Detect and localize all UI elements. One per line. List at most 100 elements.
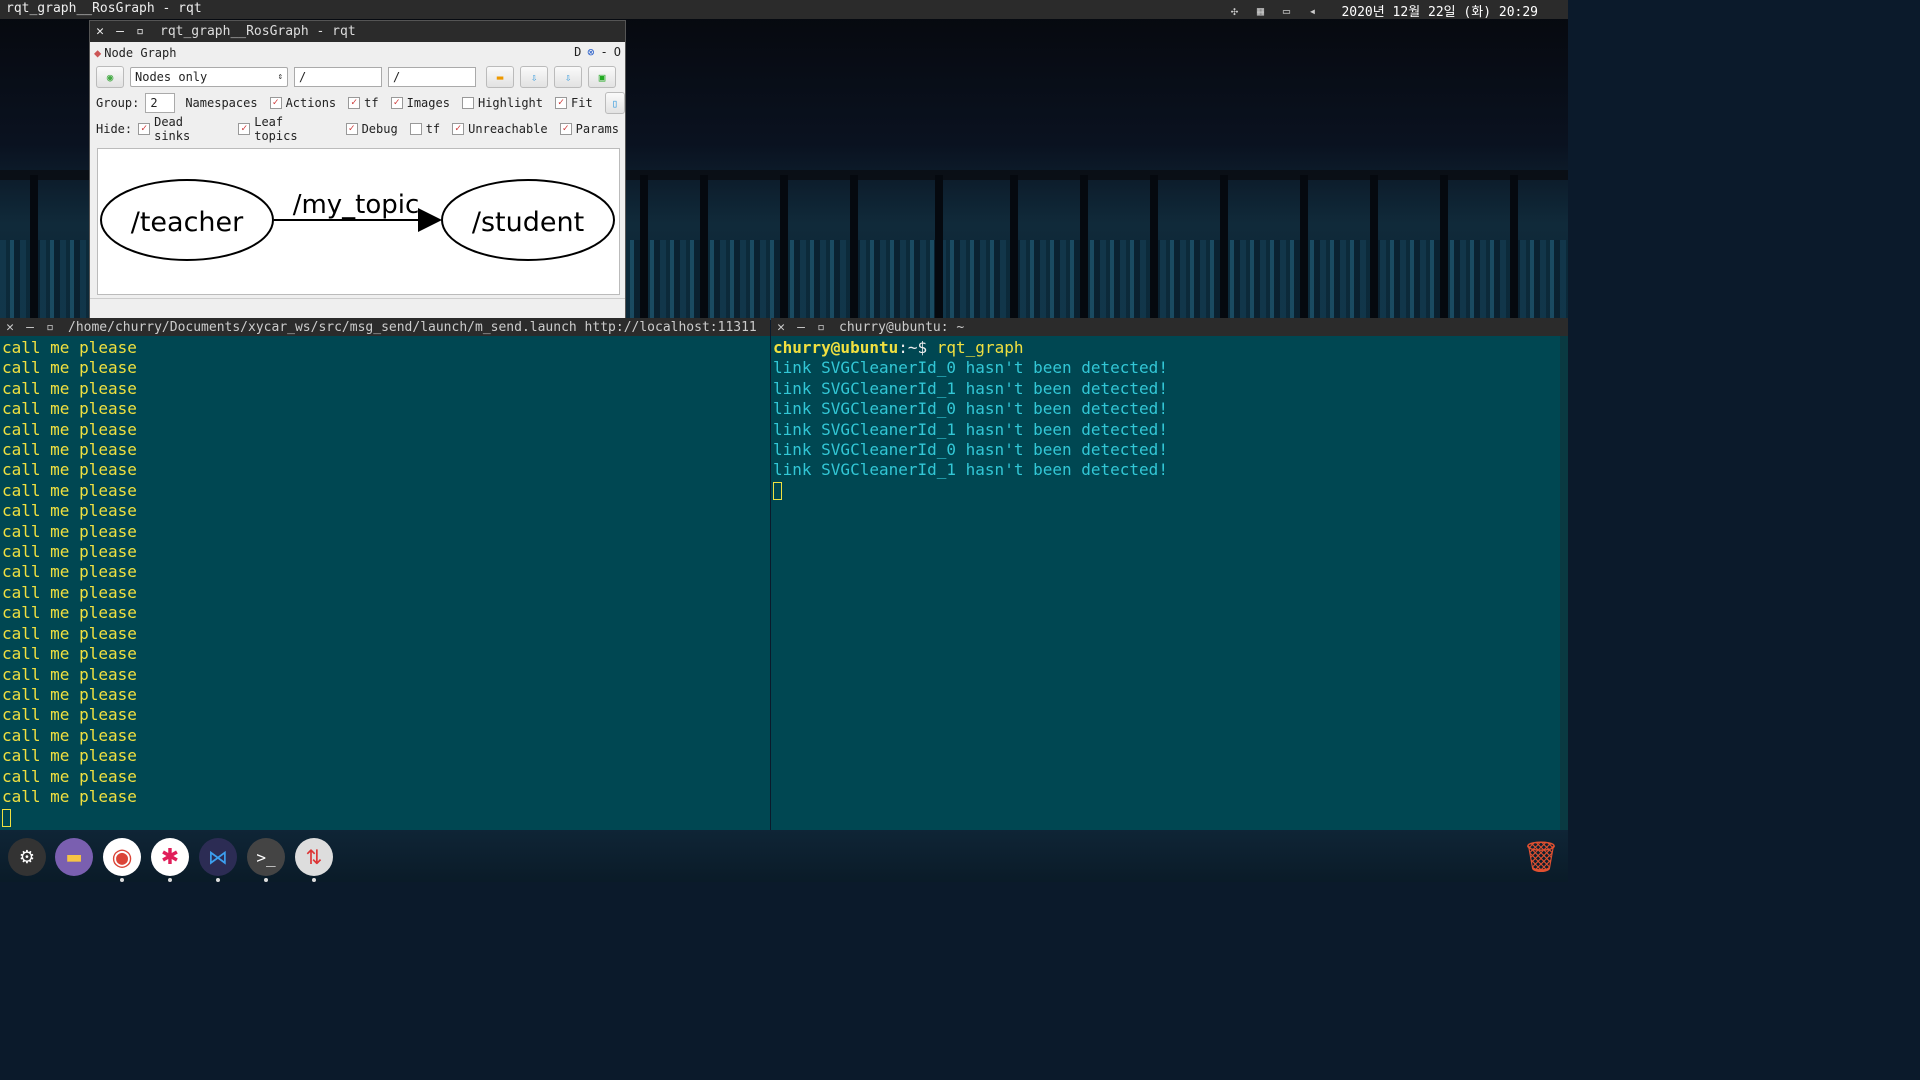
actions-label: Actions xyxy=(285,96,337,110)
prompt-path: :~$ xyxy=(898,338,928,357)
terminal-line: link SVGCleanerId_1 hasn't been detected… xyxy=(773,378,1168,398)
check-icon: ✓ xyxy=(138,123,151,135)
right-terminal[interactable]: ✕ – ▫ churry@ubuntu: ~ churry@ubuntu:~$ … xyxy=(771,318,1568,830)
chrome-icon[interactable]: ◉ xyxy=(103,838,141,876)
terminal-line: link SVGCleanerId_1 hasn't been detected… xyxy=(773,419,1168,439)
prompt-line: churry@ubuntu:~$ rqt_graph xyxy=(773,338,1566,358)
actions-checkbox[interactable]: ✓ Actions xyxy=(269,96,337,110)
display-icon[interactable]: ▭ xyxy=(1279,4,1293,18)
minimize-icon[interactable]: – xyxy=(791,320,811,335)
rqt-titlebar[interactable]: ✕ – ▫ rqt_graph__RosGraph - rqt xyxy=(90,21,625,42)
fit-icon: ▯ xyxy=(611,96,619,110)
network-icon[interactable]: ✣ xyxy=(1227,4,1241,18)
terminal-line: call me please xyxy=(2,786,137,806)
terminal-line: call me please xyxy=(2,644,137,664)
running-indicator xyxy=(264,878,268,882)
group-row: Group: 2 Namespaces ✓ Actions ✓ tf ✓ Images… xyxy=(90,90,625,116)
graph-mode-select[interactable]: Nodes only ⇕ xyxy=(130,67,288,87)
close-icon[interactable]: ✕ xyxy=(0,320,20,335)
plugin-title: Node Graph xyxy=(104,46,177,60)
fit-in-view-button[interactable]: ▯ xyxy=(604,92,625,114)
trash-icon[interactable]: 🗑 xyxy=(1522,838,1560,876)
running-indicator xyxy=(168,878,172,882)
graph-canvas[interactable]: /teacher /student /my_topic xyxy=(97,148,620,295)
tf-checkbox[interactable]: ✓ tf xyxy=(348,96,379,110)
maximize-icon[interactable]: ▫ xyxy=(40,320,60,335)
namespaces-checkbox[interactable]: Namespaces xyxy=(185,96,257,110)
hide-tf-checkbox[interactable]: tf xyxy=(409,122,441,136)
volume-icon[interactable]: ◂ xyxy=(1305,4,1319,18)
left-terminal-output: call me please call me please call me plea… xyxy=(0,336,770,830)
load-button[interactable]: ▬ xyxy=(486,66,514,88)
maximize-icon[interactable]: ▫ xyxy=(130,24,150,39)
files-icon[interactable]: ▬ xyxy=(55,838,93,876)
tf-label: tf xyxy=(364,96,379,110)
terminal-line: call me please xyxy=(2,542,137,562)
transmission-icon[interactable]: ⇅ xyxy=(295,838,333,876)
close-icon[interactable]: ✕ xyxy=(771,320,791,335)
dock-button[interactable]: D xyxy=(574,45,581,59)
terminal-icon[interactable]: >_ xyxy=(247,838,285,876)
leaf-topics-checkbox[interactable]: ✓ Leaf topics xyxy=(238,115,333,143)
clock[interactable]: 2020년 12월 22일 (화) 20:29 xyxy=(1341,1,1538,20)
save-dot-button[interactable]: ⇩ xyxy=(520,66,548,88)
save-svg-button[interactable]: ⇩ xyxy=(554,66,582,88)
student-node-label: /student xyxy=(472,207,584,238)
terminal-line: call me please xyxy=(2,725,137,745)
refresh-button[interactable]: ◉ xyxy=(96,66,124,88)
terminal-line: call me please xyxy=(2,378,137,398)
highlight-label: Highlight xyxy=(477,96,543,110)
params-checkbox[interactable]: ✓ Params xyxy=(559,122,619,136)
terminal-line: link SVGCleanerId_1 hasn't been detected… xyxy=(773,460,1168,480)
terminal-line: call me please xyxy=(2,440,137,460)
prompt-command: rqt_graph xyxy=(927,338,1024,357)
dock: ⚙ ▬ ◉ ✱ ⋈ >_ ⇅ 🗑 xyxy=(0,830,1568,882)
terminal-line: call me please xyxy=(2,480,137,500)
settings-icon[interactable]: ⚙ xyxy=(8,838,46,876)
slack-icon[interactable]: ✱ xyxy=(151,838,189,876)
keyboard-icon[interactable]: ▦ xyxy=(1253,4,1267,18)
terminal-line: call me please xyxy=(2,623,137,643)
namespace-filter-input[interactable]: / xyxy=(294,67,382,87)
check-icon: ✓ xyxy=(238,123,251,135)
right-terminal-titlebar[interactable]: ✕ – ▫ churry@ubuntu: ~ xyxy=(771,318,1568,336)
highlight-checkbox[interactable]: Highlight xyxy=(461,96,543,110)
terminal-line: call me please xyxy=(2,501,137,521)
check-icon: ✓ xyxy=(348,97,361,109)
maximize-icon[interactable]: ▫ xyxy=(811,320,831,335)
toolbar-row: ◉ Nodes only ⇕ / / ▬ ⇩ ⇩ ▣ xyxy=(90,64,625,90)
top-panel: rqt_graph__RosGraph - rqt ✣ ▦ ▭ ◂ 2020년 … xyxy=(0,0,1568,20)
topic-filter-input[interactable]: / xyxy=(388,67,476,87)
dead-sinks-checkbox[interactable]: ✓ Dead sinks xyxy=(138,115,226,143)
download-icon: ⇩ xyxy=(564,70,572,84)
save-image-button[interactable]: ▣ xyxy=(588,66,616,88)
left-terminal-titlebar[interactable]: ✕ – ▫ /home/churry/Documents/xycar_ws/sr… xyxy=(0,318,770,336)
hide-tf-label: tf xyxy=(425,122,441,136)
minimize-icon[interactable]: – xyxy=(110,24,130,39)
vscode-icon[interactable]: ⋈ xyxy=(199,838,237,876)
help-button[interactable]: ⊗ xyxy=(587,45,594,59)
right-terminal-title: churry@ubuntu: ~ xyxy=(839,319,965,335)
status-area xyxy=(90,298,625,319)
close-icon[interactable]: ✕ xyxy=(90,24,110,39)
check-icon: ✓ xyxy=(452,123,465,135)
terminal-line: call me please xyxy=(2,746,137,766)
minimize-icon[interactable]: – xyxy=(20,320,40,335)
fit-checkbox[interactable]: ✓ Fit xyxy=(555,96,593,110)
debug-checkbox[interactable]: ✓ Debug xyxy=(345,122,398,136)
terminal-line: call me please xyxy=(2,399,137,419)
minimize-plugin-button[interactable]: - xyxy=(601,45,608,59)
check-icon: ✓ xyxy=(345,123,358,135)
unreachable-checkbox[interactable]: ✓ Unreachable xyxy=(452,122,548,136)
spin-arrows-icon: ⇕ xyxy=(277,72,283,82)
close-plugin-button[interactable]: O xyxy=(614,45,621,59)
running-indicator xyxy=(216,878,220,882)
group-spinbox[interactable]: 2 xyxy=(145,93,176,113)
terminal-scrollbar[interactable] xyxy=(1560,336,1568,830)
left-terminal[interactable]: ✕ – ▫ /home/churry/Documents/xycar_ws/sr… xyxy=(0,318,770,830)
terminal-line: call me please xyxy=(2,521,137,541)
active-window-title: rqt_graph__RosGraph - rqt xyxy=(6,1,202,16)
hide-label: Hide: xyxy=(96,122,133,136)
images-checkbox[interactable]: ✓ Images xyxy=(390,96,450,110)
terminal-line: link SVGCleanerId_0 hasn't been detected… xyxy=(773,358,1168,378)
